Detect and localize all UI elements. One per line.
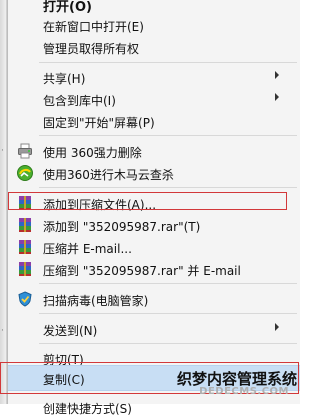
watermark-en: DEDECMS.COM: [199, 386, 289, 397]
submenu-arrow-icon: [275, 323, 279, 331]
menu-item-label: 压缩到 "352095987.rar" 并 E-mail: [43, 264, 241, 278]
menu-separator: [39, 283, 297, 284]
menu-item-compress-email[interactable]: 压缩并 E-mail...: [8, 236, 300, 258]
menu-separator: [39, 135, 297, 136]
shield-360-icon: [17, 165, 33, 181]
submenu-arrow-icon: [275, 93, 279, 101]
menu-item-label: 共享(H): [43, 72, 86, 86]
menu-item-label: 添加到压缩文件(A)...: [43, 198, 157, 212]
menu-item-add-to-archive[interactable]: 添加到压缩文件(A)...: [8, 192, 300, 214]
menu-item-create-shortcut[interactable]: 创建快捷方式(S): [8, 396, 300, 418]
menu-item-label: 创建快捷方式(S): [43, 402, 132, 416]
menu-item-compress-rar-email[interactable]: 压缩到 "352095987.rar" 并 E-mail: [8, 258, 300, 280]
edge-fragment: ·: [1, 326, 4, 336]
submenu-arrow-icon: [275, 71, 279, 79]
menu-item-label: 打开(O): [43, 0, 92, 15]
menu-item-label: 复制(C): [43, 373, 85, 387]
menu-item-cloud-scan-360[interactable]: 使用360进行木马云查杀: [8, 162, 300, 184]
tencent-shield-icon: [17, 291, 33, 307]
menu-separator: [39, 187, 297, 188]
menu-item-label: 管理员取得所有权: [43, 42, 140, 56]
menu-item-label: 发送到(N): [43, 324, 98, 338]
menu-item-include-in-library[interactable]: 包含到库中(I): [8, 88, 300, 110]
menu-item-pin-to-start[interactable]: 固定到"开始"屏幕(P): [8, 110, 300, 132]
menu-item-label: 包含到库中(I): [43, 94, 116, 108]
menu-separator: [39, 313, 297, 314]
printer-icon: [17, 143, 33, 159]
menu-item-label: 压缩并 E-mail...: [43, 242, 132, 256]
menu-item-share[interactable]: 共享(H): [8, 66, 300, 88]
left-window-edge: · ·: [0, 0, 7, 404]
menu-item-add-to-rar[interactable]: 添加到 "352095987.rar"(T): [8, 214, 300, 236]
menu-item-label: 扫描病毒(电脑管家): [43, 294, 149, 308]
menu-item-open-new-window[interactable]: 在新窗口中打开(E): [8, 14, 300, 36]
context-menu: 打开(O) 在新窗口中打开(E) 管理员取得所有权 共享(H) 包含到库中(I)…: [7, 0, 300, 416]
menu-item-label: 使用360进行木马云查杀: [43, 168, 174, 182]
winrar-books-icon: [17, 217, 33, 233]
menu-separator: [39, 343, 297, 344]
menu-item-send-to[interactable]: 发送到(N): [8, 318, 300, 340]
menu-item-label: 在新窗口中打开(E): [43, 20, 144, 34]
menu-item-label: 固定到"开始"屏幕(P): [43, 116, 155, 130]
winrar-books-icon: [17, 195, 33, 211]
winrar-books-icon: [17, 261, 33, 277]
menu-item-label: 使用 360强力删除: [43, 146, 142, 160]
menu-item-force-delete-360[interactable]: 使用 360强力删除: [8, 140, 300, 162]
menu-separator: [39, 62, 297, 63]
edge-fragment: ·: [1, 146, 4, 156]
winrar-books-icon: [17, 239, 33, 255]
menu-item-take-ownership[interactable]: 管理员取得所有权: [8, 36, 300, 58]
menu-item-scan-virus[interactable]: 扫描病毒(电脑管家): [8, 288, 300, 310]
menu-item-label: 添加到 "352095987.rar"(T): [43, 220, 201, 234]
